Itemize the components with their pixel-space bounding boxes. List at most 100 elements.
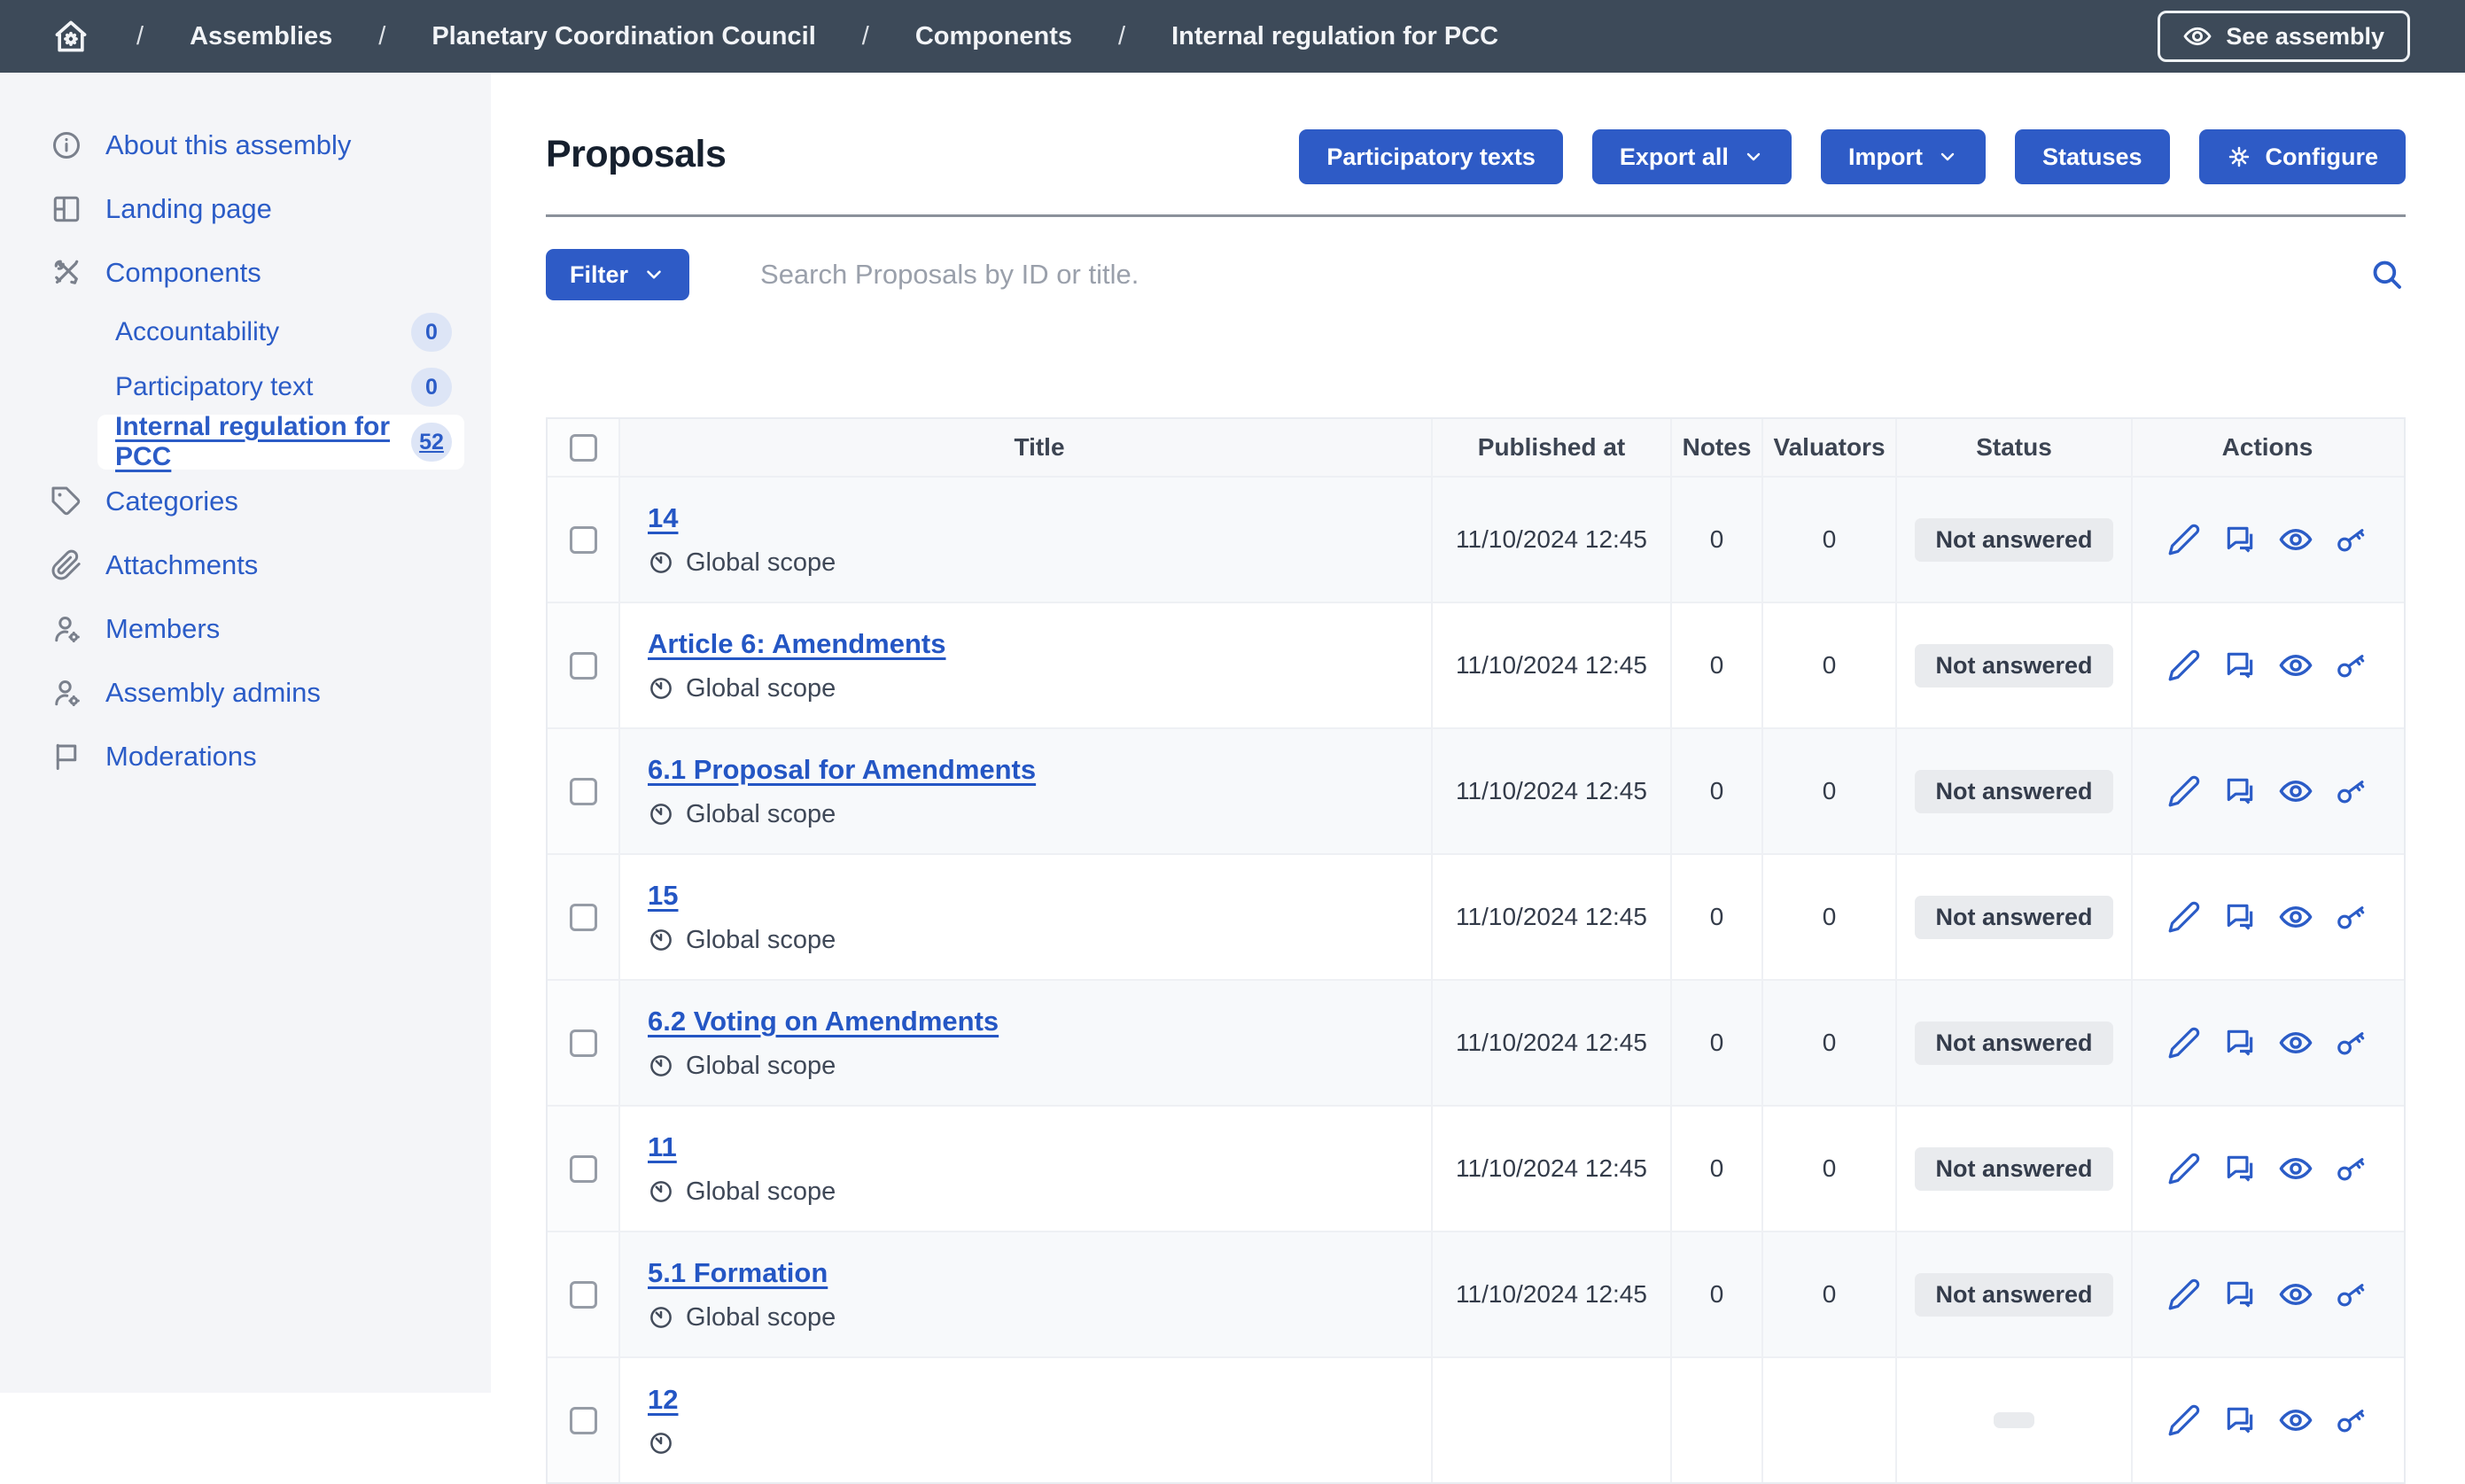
see-assembly-button[interactable]: See assembly bbox=[2158, 11, 2410, 62]
main-content: Proposals Participatory texts Export all… bbox=[491, 73, 2465, 1393]
status-badge: Not answered bbox=[1915, 770, 2112, 813]
scope-label: Global scope bbox=[686, 674, 836, 703]
home-icon[interactable] bbox=[51, 17, 90, 56]
search-icon[interactable] bbox=[2368, 256, 2406, 293]
proposal-title-link[interactable]: 15 bbox=[648, 880, 678, 912]
column-header-valuators: Valuators bbox=[1761, 419, 1895, 476]
permissions-key-icon[interactable] bbox=[2335, 1026, 2368, 1060]
button-label: Filter bbox=[570, 261, 628, 289]
row-checkbox[interactable] bbox=[570, 904, 597, 931]
proposal-title-link[interactable]: 5.1 Formation bbox=[648, 1257, 828, 1289]
breadcrumb-separator: / bbox=[862, 22, 869, 51]
row-checkbox[interactable] bbox=[570, 526, 597, 554]
sidebar-item-accountability[interactable]: Accountability 0 bbox=[97, 305, 464, 360]
answer-chat-icon[interactable] bbox=[2223, 774, 2257, 808]
preview-eye-icon[interactable] bbox=[2279, 1403, 2313, 1437]
table-row: 6.1 Proposal for Amendments Global scope… bbox=[548, 727, 2404, 853]
permissions-key-icon[interactable] bbox=[2335, 523, 2368, 556]
column-header-status: Status bbox=[1895, 419, 2131, 476]
participatory-texts-button[interactable]: Participatory texts bbox=[1299, 129, 1563, 184]
preview-eye-icon[interactable] bbox=[2279, 1152, 2313, 1185]
sidebar-item-assembly-admins[interactable]: Assembly admins bbox=[0, 661, 491, 725]
notes-count: 0 bbox=[1670, 729, 1761, 853]
proposal-title-link[interactable]: 12 bbox=[648, 1384, 678, 1416]
proposal-title-link[interactable]: 11 bbox=[648, 1131, 677, 1163]
import-button[interactable]: Import bbox=[1821, 129, 1986, 184]
answer-chat-icon[interactable] bbox=[2223, 1152, 2257, 1185]
table-row: 6.2 Voting on Amendments Global scope 11… bbox=[548, 979, 2404, 1105]
select-all-checkbox[interactable] bbox=[570, 434, 597, 462]
search-input[interactable] bbox=[760, 259, 2368, 291]
row-checkbox[interactable] bbox=[570, 1029, 597, 1057]
topbar: / Assemblies / Planetary Coordination Co… bbox=[0, 0, 2465, 73]
valuators-count: 0 bbox=[1761, 603, 1895, 727]
sidebar-item-participatory-text[interactable]: Participatory text 0 bbox=[97, 360, 464, 415]
published-at: 11/10/2024 12:45 bbox=[1431, 729, 1670, 853]
preview-eye-icon[interactable] bbox=[2279, 900, 2313, 934]
answer-chat-icon[interactable] bbox=[2223, 1403, 2257, 1437]
edit-pencil-icon[interactable] bbox=[2167, 900, 2201, 934]
preview-eye-icon[interactable] bbox=[2279, 774, 2313, 808]
sidebar-item-internal-regulation[interactable]: Internal regulation for PCC 52 bbox=[97, 415, 464, 470]
breadcrumb-assemblies[interactable]: Assemblies bbox=[190, 22, 332, 51]
edit-pencil-icon[interactable] bbox=[2167, 1403, 2201, 1437]
preview-eye-icon[interactable] bbox=[2279, 1026, 2313, 1060]
eye-icon bbox=[2183, 22, 2212, 51]
export-all-button[interactable]: Export all bbox=[1592, 129, 1792, 184]
sidebar-item-members[interactable]: Members bbox=[0, 597, 491, 661]
permissions-key-icon[interactable] bbox=[2335, 649, 2368, 682]
configure-button[interactable]: Configure bbox=[2199, 129, 2407, 184]
edit-pencil-icon[interactable] bbox=[2167, 774, 2201, 808]
permissions-key-icon[interactable] bbox=[2335, 774, 2368, 808]
permissions-key-icon[interactable] bbox=[2335, 1403, 2368, 1437]
edit-pencil-icon[interactable] bbox=[2167, 1278, 2201, 1311]
answer-chat-icon[interactable] bbox=[2223, 900, 2257, 934]
table-header: Title Published at Notes Valuators Statu… bbox=[548, 419, 2404, 476]
edit-pencil-icon[interactable] bbox=[2167, 1026, 2201, 1060]
notes-count: 0 bbox=[1670, 981, 1761, 1105]
edit-pencil-icon[interactable] bbox=[2167, 1152, 2201, 1185]
row-checkbox[interactable] bbox=[570, 1281, 597, 1309]
sidebar-item-categories[interactable]: Categories bbox=[0, 470, 491, 533]
breadcrumb-separator: / bbox=[378, 22, 385, 51]
statuses-button[interactable]: Statuses bbox=[2015, 129, 2170, 184]
chevron-down-icon bbox=[642, 263, 665, 286]
sidebar-item-components[interactable]: Components bbox=[0, 241, 491, 305]
sidebar-item-moderations[interactable]: Moderations bbox=[0, 725, 491, 789]
answer-chat-icon[interactable] bbox=[2223, 1278, 2257, 1311]
scope-line: Global scope bbox=[648, 674, 836, 703]
answer-chat-icon[interactable] bbox=[2223, 649, 2257, 682]
notes-count: 0 bbox=[1670, 603, 1761, 727]
preview-eye-icon[interactable] bbox=[2279, 523, 2313, 556]
proposal-title-link[interactable]: 6.1 Proposal for Amendments bbox=[648, 754, 1036, 786]
preview-eye-icon[interactable] bbox=[2279, 649, 2313, 682]
published-at: 11/10/2024 12:45 bbox=[1431, 1107, 1670, 1231]
table-row: 12 bbox=[548, 1356, 2404, 1482]
preview-eye-icon[interactable] bbox=[2279, 1278, 2313, 1311]
table-row: 11 Global scope 11/10/2024 12:45 0 0 Not… bbox=[548, 1105, 2404, 1231]
sidebar-item-attachments[interactable]: Attachments bbox=[0, 533, 491, 597]
breadcrumb-current[interactable]: Internal regulation for PCC bbox=[1171, 22, 1498, 51]
row-checkbox[interactable] bbox=[570, 1407, 597, 1434]
proposal-title-link[interactable]: 6.2 Voting on Amendments bbox=[648, 1006, 999, 1037]
filter-button[interactable]: Filter bbox=[546, 249, 689, 300]
proposal-title-link[interactable]: Article 6: Amendments bbox=[648, 628, 946, 660]
sidebar-item-about[interactable]: About this assembly bbox=[0, 113, 491, 177]
answer-chat-icon[interactable] bbox=[2223, 523, 2257, 556]
scope-label: Global scope bbox=[686, 926, 836, 955]
proposal-title-link[interactable]: 14 bbox=[648, 502, 678, 534]
button-label: Export all bbox=[1620, 144, 1729, 171]
breadcrumb-assembly-name[interactable]: Planetary Coordination Council bbox=[432, 22, 815, 51]
answer-chat-icon[interactable] bbox=[2223, 1026, 2257, 1060]
permissions-key-icon[interactable] bbox=[2335, 1152, 2368, 1185]
row-checkbox[interactable] bbox=[570, 778, 597, 805]
sidebar-item-landing-page[interactable]: Landing page bbox=[0, 177, 491, 241]
row-checkbox[interactable] bbox=[570, 1155, 597, 1183]
permissions-key-icon[interactable] bbox=[2335, 900, 2368, 934]
permissions-key-icon[interactable] bbox=[2335, 1278, 2368, 1311]
row-checkbox[interactable] bbox=[570, 652, 597, 680]
edit-pencil-icon[interactable] bbox=[2167, 649, 2201, 682]
notes-count: 0 bbox=[1670, 478, 1761, 602]
edit-pencil-icon[interactable] bbox=[2167, 523, 2201, 556]
breadcrumb-components[interactable]: Components bbox=[915, 22, 1072, 51]
